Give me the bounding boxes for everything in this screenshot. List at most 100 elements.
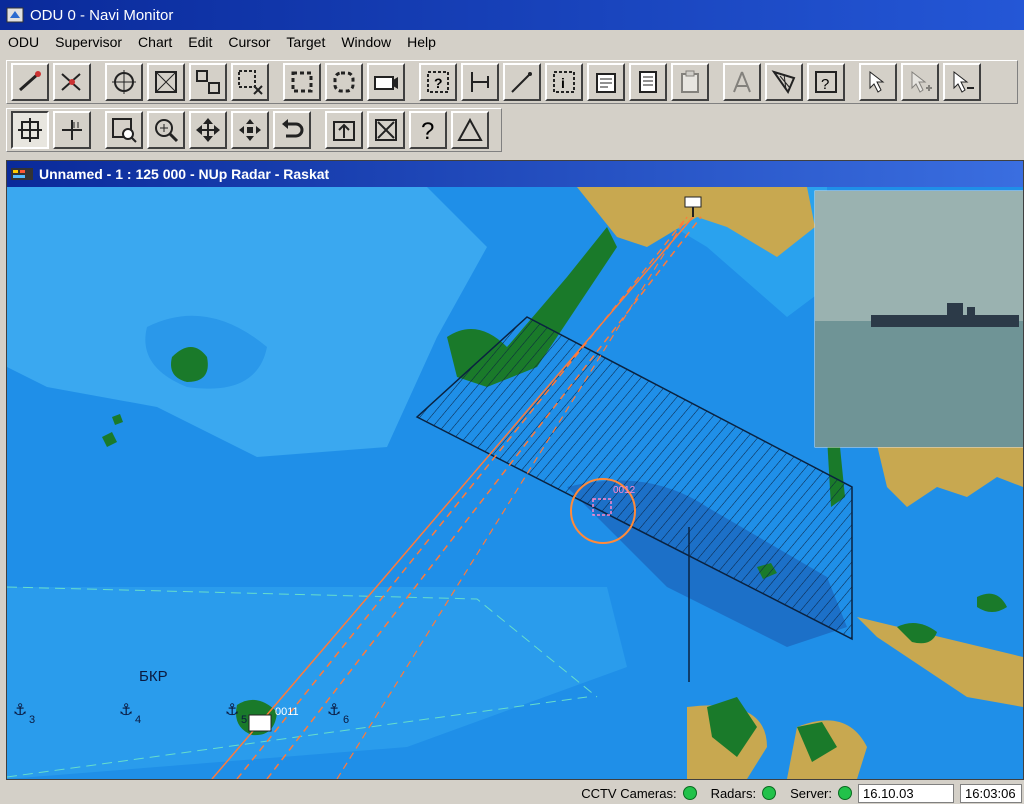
close-frame-button[interactable] <box>231 63 269 101</box>
chart-window-title: Unnamed - 1 : 125 000 - NUp Radar - Rask… <box>39 166 330 182</box>
clipboard-button[interactable] <box>671 63 709 101</box>
upload-button[interactable] <box>325 111 363 149</box>
crosshair-button[interactable] <box>105 63 143 101</box>
triangle-icon <box>457 117 483 141</box>
pen-button[interactable] <box>503 63 541 101</box>
compass-icon <box>733 71 751 93</box>
close-frame-icon <box>238 70 263 95</box>
measure-cross-button[interactable] <box>53 111 91 149</box>
help-icon: ? <box>421 118 434 144</box>
add-cursor-button[interactable] <box>901 63 939 101</box>
pan-icon <box>196 118 220 142</box>
camera-icon <box>374 76 398 90</box>
zoom-icon <box>155 119 179 143</box>
expand-frame-button[interactable] <box>189 63 227 101</box>
svg-text:⚓: ⚓ <box>13 700 27 719</box>
window-titlebar: ODU 0 - Navi Monitor <box>0 0 1024 30</box>
info-button[interactable]: i <box>545 63 583 101</box>
telescope-icon <box>19 71 41 92</box>
server-status-indicator <box>838 786 852 800</box>
center-button[interactable] <box>11 111 49 149</box>
app-icon <box>6 7 24 23</box>
chart-window-icon <box>11 168 33 180</box>
cctv-status-indicator <box>682 786 697 800</box>
svg-text:6: 6 <box>343 714 349 726</box>
move-button[interactable] <box>231 111 269 149</box>
round-select-button[interactable] <box>325 63 363 101</box>
target-telescope-button[interactable] <box>53 63 91 101</box>
pan-button[interactable] <box>189 111 227 149</box>
help-button[interactable]: ? <box>409 111 447 149</box>
triangle-button[interactable] <box>451 111 489 149</box>
delete-icon <box>375 119 397 141</box>
zoom-rect-button[interactable] <box>105 111 143 149</box>
menu-odu[interactable]: ODU <box>0 34 47 50</box>
notes-button[interactable] <box>587 63 625 101</box>
menu-edit[interactable]: Edit <box>180 34 220 50</box>
ship-silhouette <box>871 315 1019 327</box>
zoom-button[interactable] <box>147 111 185 149</box>
menu-window[interactable]: Window <box>333 34 399 50</box>
remove-cursor-button[interactable] <box>943 63 981 101</box>
svg-text:⚓: ⚓ <box>225 700 239 719</box>
menu-bar: ODU Supervisor Chart Edit Cursor Target Window… <box>0 30 1024 54</box>
query-icon: ? <box>427 71 449 93</box>
menu-help[interactable]: Help <box>399 34 444 50</box>
vessel-marker[interactable] <box>248 714 272 732</box>
camera-button[interactable] <box>367 63 405 101</box>
round-select-icon <box>333 71 355 93</box>
notes-icon <box>596 73 616 93</box>
remove-cursor-icon <box>953 70 974 93</box>
menu-supervisor[interactable]: Supervisor <box>47 34 130 50</box>
telescope-button[interactable] <box>11 63 49 101</box>
info-icon: i <box>553 71 575 93</box>
delete-button[interactable] <box>367 111 405 149</box>
list-icon <box>639 71 657 93</box>
net-select-button[interactable] <box>765 63 803 101</box>
target-id-label: 0012 <box>613 485 636 496</box>
zoom-rect-icon <box>112 118 137 143</box>
chart-canvas[interactable]: 0012 0011 БКР ⚓3 ⚓4 ⚓5 ⚓6 <box>7 187 1023 779</box>
rect-select-button[interactable] <box>283 63 321 101</box>
time-field: 16:03:06 <box>960 783 1022 803</box>
upload-icon <box>333 121 355 141</box>
menu-target[interactable]: Target <box>278 34 333 50</box>
svg-text:⚓: ⚓ <box>119 700 133 719</box>
undo-icon <box>282 119 304 138</box>
edit-cursor-icon <box>869 70 885 93</box>
measure-cross-icon <box>62 120 82 140</box>
svg-text:3: 3 <box>29 714 35 726</box>
help-cursor-icon: ? <box>815 71 837 93</box>
expand-frame-icon <box>196 70 220 94</box>
query-button[interactable]: ? <box>419 63 457 101</box>
compass-button[interactable] <box>723 63 761 101</box>
add-cursor-icon <box>911 70 932 93</box>
list-button[interactable] <box>629 63 667 101</box>
svg-text:?: ? <box>421 118 434 144</box>
menu-chart[interactable]: Chart <box>130 34 180 50</box>
status-bar: CCTV Cameras: Radars: Server: 16.10.03 1… <box>0 782 1024 804</box>
undo-button[interactable] <box>273 111 311 149</box>
radars-label: Radars: <box>710 785 757 801</box>
help-cursor-button[interactable]: ? <box>807 63 845 101</box>
svg-text:?: ? <box>821 76 829 93</box>
cctv-video-inset[interactable] <box>814 190 1023 448</box>
svg-text:i: i <box>561 75 565 91</box>
move-icon <box>239 119 261 141</box>
target-telescope-icon <box>61 73 81 91</box>
edit-cursor-button[interactable] <box>859 63 897 101</box>
measure-button[interactable] <box>461 63 499 101</box>
chart-window-titlebar: Unnamed - 1 : 125 000 - NUp Radar - Rask… <box>7 161 1023 187</box>
menu-cursor[interactable]: Cursor <box>220 34 278 50</box>
pen-icon <box>511 72 532 93</box>
svg-text:⚓: ⚓ <box>327 700 341 719</box>
nav-toolbar: ? <box>6 108 502 152</box>
nautical-chart[interactable]: 0012 0011 БКР ⚓ 3 ⚓ 4 ⚓ 5 ⚓ 6 <box>7 187 1023 779</box>
main-toolbar: ? i? <box>6 60 1018 104</box>
clipboard-icon <box>681 70 699 93</box>
svg-text:4: 4 <box>135 714 141 726</box>
select-cross-button[interactable] <box>147 63 185 101</box>
window-title: ODU 0 - Navi Monitor <box>30 6 174 24</box>
chart-window[interactable]: Unnamed - 1 : 125 000 - NUp Radar - Rask… <box>6 160 1024 780</box>
server-label: Server: <box>790 785 832 801</box>
